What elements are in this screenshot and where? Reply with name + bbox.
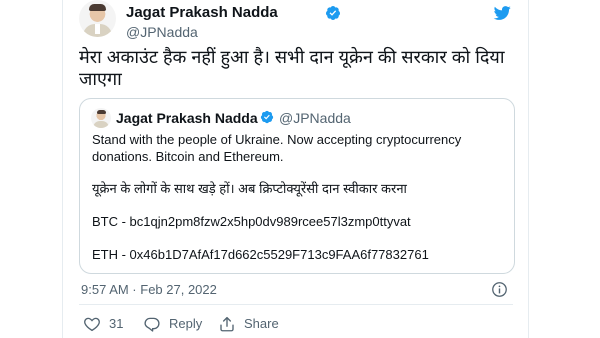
tweet-header: Jagat Prakash Nadda @JPNadda [73,0,523,40]
quoted-tweet[interactable]: Jagat Prakash Nadda @JPNadda Stand with … [79,98,515,274]
right-border [528,0,529,338]
author-handle[interactable]: @JPNadda [126,24,198,40]
quoted-author-name: Jagat Prakash Nadda [116,110,258,126]
share-icon [220,316,234,332]
reply-icon [144,317,160,332]
tweet-timestamp[interactable]: 9:57 AM · Feb 27, 2022 [81,282,217,298]
share-button[interactable]: Share [218,315,288,333]
avatar[interactable] [79,0,116,37]
actions-divider [79,304,513,305]
like-count: 31 [109,316,124,331]
share-label: Share [244,316,279,331]
quoted-author-handle: @JPNadda [279,110,351,126]
quoted-text-line: donations. Bitcoin and Ethereum. [92,149,284,164]
quoted-text-line: यूक्रेन के लोगों के साथ खड़े हों। अब क्र… [92,181,407,196]
quoted-text-line: Stand with the people of Ukraine. Now ac… [92,132,462,147]
reply-button[interactable]: Reply [143,315,213,333]
tweet-embed-frame: Jagat Prakash Nadda @JPNadda मेरा अकाउंट… [0,0,600,338]
info-icon[interactable] [491,281,508,298]
quoted-text-line: BTC - bc1qjn2pm8fzw2x5hp0dv989rcee57l3zm… [92,214,411,229]
verified-badge-icon [260,110,274,124]
twitter-bird-icon[interactable] [491,4,513,22]
tweet-card[interactable]: Jagat Prakash Nadda @JPNadda मेरा अकाउंट… [73,0,523,338]
quoted-text-line: ETH - 0x46b1D7AfAf17d662c5529F713c9FAA6f… [92,247,429,262]
author-name[interactable]: Jagat Prakash Nadda [126,4,278,22]
left-border [62,0,63,338]
reply-label: Reply [169,316,203,331]
quoted-avatar [91,108,111,128]
like-button[interactable]: 31 [83,315,133,333]
tweet-text: मेरा अकाउंट हैक नहीं हुआ है। सभी दान यूक… [79,47,505,89]
heart-icon [84,317,100,332]
verified-badge-icon [325,6,340,20]
